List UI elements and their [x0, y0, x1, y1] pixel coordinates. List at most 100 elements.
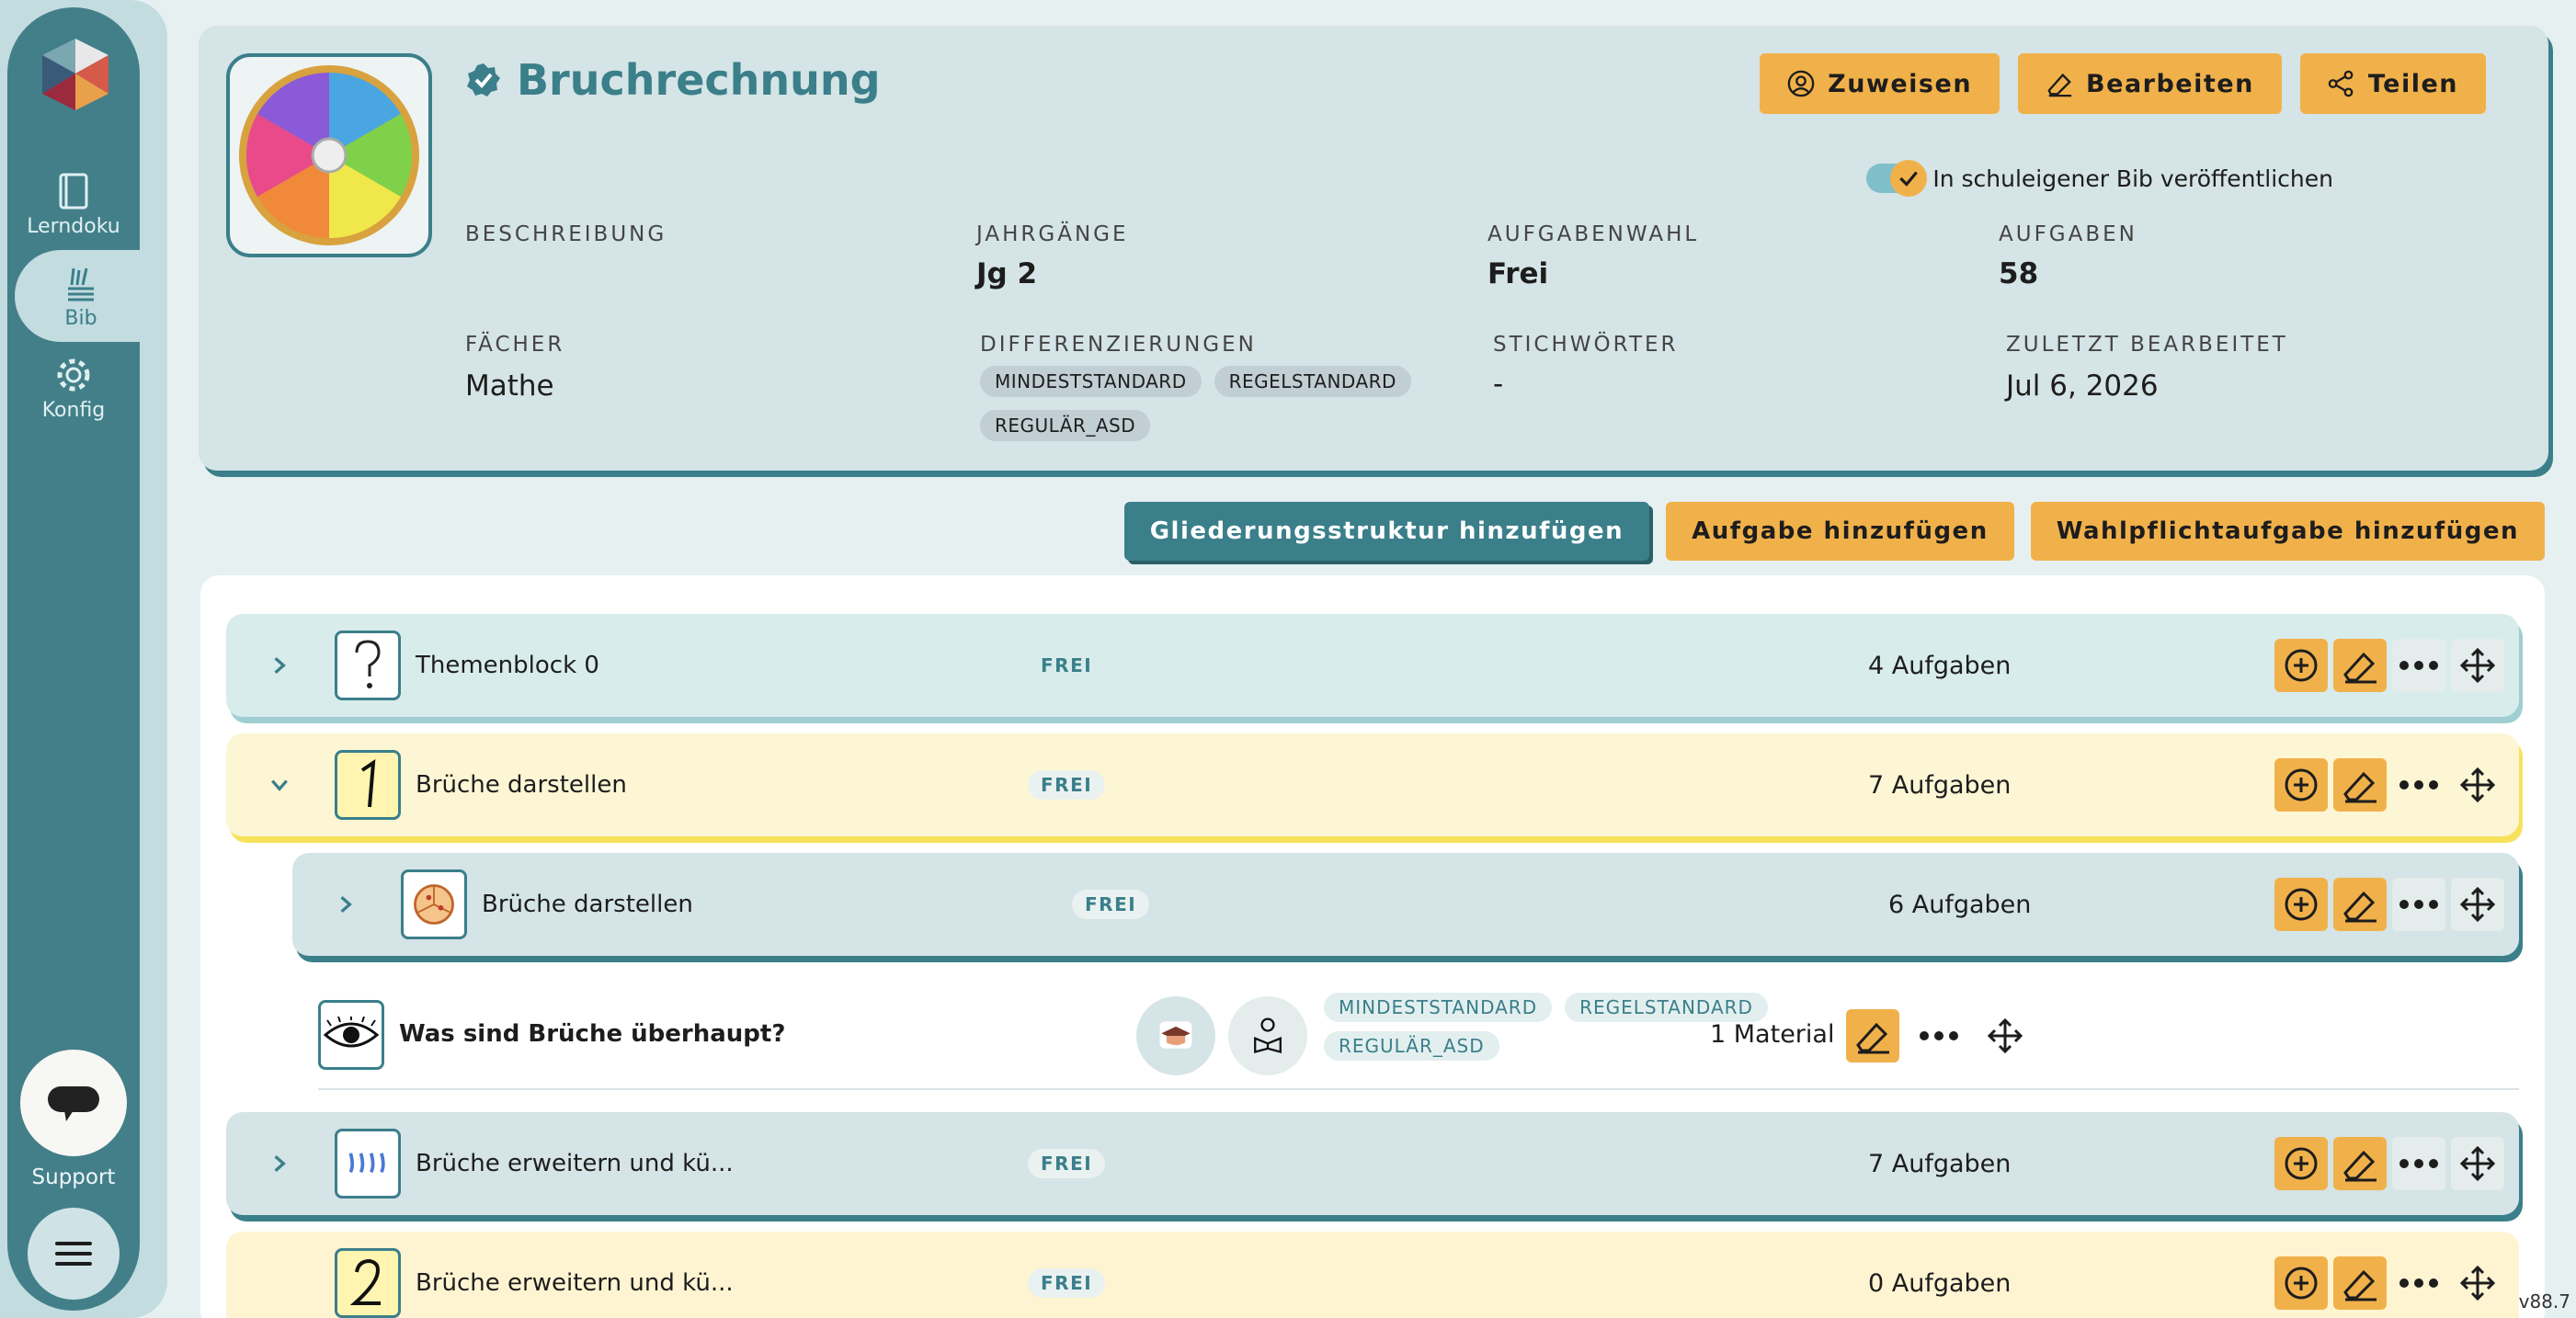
add-circle-button[interactable] — [2274, 1256, 2328, 1310]
add-circle-button[interactable] — [2274, 639, 2328, 692]
publish-toggle[interactable] — [1866, 160, 1928, 197]
eraser-pencil-icon — [2343, 771, 2377, 803]
water-drops-icon — [335, 1129, 401, 1199]
task-count: 6 Aufgaben — [1888, 890, 2032, 919]
move-arrows-icon — [2459, 647, 2496, 684]
move-arrows-icon — [2459, 767, 2496, 803]
sidebar-item-bib[interactable]: Bib — [15, 250, 147, 342]
row-title: Brüche erweitern und kü... — [416, 1269, 734, 1297]
differentiation-chip: MINDESTSTANDARD — [1324, 993, 1553, 1022]
more-options-button[interactable] — [2392, 758, 2445, 812]
more-options-button[interactable] — [1912, 1009, 1966, 1062]
chat-bubble-icon — [48, 1086, 99, 1121]
keywords-value: - — [1493, 368, 1504, 401]
task-row[interactable]: Was sind Brüche überhaupt? MINDESTSTANDA… — [318, 983, 2519, 1090]
verified-badge-icon — [467, 63, 500, 97]
tasks-value: 58 — [1999, 257, 2039, 290]
assign-button[interactable]: Zuweisen — [1760, 53, 2000, 114]
plus-circle-icon — [2285, 1267, 2318, 1300]
app-logo[interactable] — [39, 35, 112, 114]
task-count: 4 Aufgaben — [1868, 651, 2012, 680]
keywords-label: STICHWÖRTER — [1493, 333, 1679, 357]
structure-action-bar: Gliederungsstruktur hinzufügen Aufgabe h… — [1123, 502, 2545, 561]
list-item[interactable]: Brüche darstellen FREI 7 Aufgaben — [226, 733, 2519, 836]
row-title: Brüche darstellen — [416, 771, 627, 799]
list-item[interactable]: Themenblock 0 FREI 4 Aufgaben — [226, 614, 2519, 717]
move-arrows-icon — [2459, 886, 2496, 923]
add-circle-button[interactable] — [2274, 878, 2328, 931]
list-item[interactable]: Brüche erweitern und kü... FREI 7 Aufgab… — [226, 1112, 2519, 1215]
more-options-button[interactable] — [2392, 639, 2445, 692]
drag-handle-button[interactable] — [2451, 758, 2504, 812]
wheel-image — [239, 65, 419, 245]
question-mark-icon — [335, 631, 401, 700]
drag-handle-button[interactable] — [2451, 639, 2504, 692]
edit-row-button[interactable] — [2333, 1137, 2387, 1190]
chevron-down-icon[interactable] — [261, 767, 298, 803]
sidebar-item-label: Konfig — [41, 398, 106, 422]
eraser-pencil-icon — [2343, 1269, 2377, 1301]
row-title: Brüche darstellen — [482, 891, 693, 918]
edit-row-button[interactable] — [2333, 1256, 2387, 1310]
material-count: 1 Material — [1710, 1020, 1835, 1049]
task-choice-badge: FREI — [1072, 890, 1150, 919]
share-button-label: Teilen — [2367, 69, 2458, 98]
more-dots-icon — [2399, 780, 2438, 790]
reading-person-icon — [1228, 996, 1307, 1075]
differentiation-chip: REGELSTANDARD — [1565, 993, 1768, 1022]
sidebar-item-lerndoku[interactable]: Lerndoku — [7, 158, 140, 250]
edit-button-label: Bearbeiten — [2086, 69, 2254, 98]
drag-handle-button[interactable] — [2451, 878, 2504, 931]
task-choice-value: Frei — [1487, 257, 1549, 290]
chevron-right-icon[interactable] — [327, 886, 364, 923]
drag-handle-button[interactable] — [2451, 1256, 2504, 1310]
drag-handle-button[interactable] — [1978, 1009, 2032, 1062]
add-elective-task-button[interactable]: Wahlpflichtaufgabe hinzufügen — [2030, 502, 2545, 561]
edit-task-button[interactable] — [1846, 1009, 1899, 1062]
edit-row-button[interactable] — [2333, 639, 2387, 692]
chevron-right-icon[interactable] — [261, 1145, 298, 1182]
move-arrows-icon — [2459, 1145, 2496, 1182]
differentiation-chip: MINDESTSTANDARD — [980, 366, 1202, 397]
list-item[interactable]: Brüche erweitern und kü... FREI 0 Aufgab… — [226, 1232, 2519, 1318]
edit-row-button[interactable] — [2333, 878, 2387, 931]
description-label: BESCHREIBUNG — [465, 222, 667, 246]
hamburger-menu-icon — [55, 1242, 92, 1266]
edit-button[interactable]: Bearbeiten — [2018, 53, 2282, 114]
add-circle-button[interactable] — [2274, 758, 2328, 812]
move-arrows-icon — [1987, 1017, 2023, 1054]
course-thumbnail — [226, 53, 432, 257]
share-button[interactable]: Teilen — [2299, 53, 2486, 114]
drag-handle-button[interactable] — [2451, 1137, 2504, 1190]
chevron-right-icon[interactable] — [261, 647, 298, 684]
more-dots-icon — [2399, 1159, 2438, 1168]
menu-button[interactable] — [28, 1208, 120, 1300]
add-circle-button[interactable] — [2274, 1137, 2328, 1190]
list-item[interactable]: Brüche darstellen FREI 6 Aufgaben — [292, 853, 2519, 956]
add-task-button[interactable]: Aufgabe hinzufügen — [1666, 502, 2014, 561]
task-choice-badge: FREI — [1028, 1268, 1106, 1298]
plus-circle-icon — [2285, 649, 2318, 682]
edit-row-button[interactable] — [2333, 758, 2387, 812]
eye-icon — [318, 1000, 384, 1070]
book-icon — [59, 173, 88, 209]
support-button[interactable] — [20, 1050, 127, 1156]
differentiation-chip: REGULÄR_ASD — [1324, 1031, 1499, 1061]
graduation-cap-icon — [1136, 996, 1215, 1075]
more-options-button[interactable] — [2392, 1256, 2445, 1310]
tasks-label: AUFGABEN — [1999, 222, 2137, 246]
more-dots-icon — [1920, 1031, 1958, 1040]
sidebar-item-label: Lerndoku — [27, 214, 120, 238]
more-dots-icon — [2399, 1278, 2438, 1288]
header-actions: Zuweisen Bearbeiten Teilen — [1760, 53, 2486, 114]
more-dots-icon — [2399, 661, 2438, 670]
sidebar: Lerndoku Bib Konfig Support — [7, 7, 147, 1311]
more-options-button[interactable] — [2392, 1137, 2445, 1190]
differentiation-chips: MINDESTSTANDARD REGELSTANDARD REGULÄR_AS… — [980, 366, 1458, 441]
add-structure-button[interactable]: Gliederungsstruktur hinzufügen — [1123, 502, 1650, 561]
more-options-button[interactable] — [2392, 878, 2445, 931]
sidebar-item-konfig[interactable]: Konfig — [7, 342, 140, 434]
user-circle-icon — [1787, 70, 1815, 97]
task-count: 0 Aufgaben — [1868, 1268, 2012, 1298]
sidebar-item-label: Bib — [64, 306, 97, 330]
